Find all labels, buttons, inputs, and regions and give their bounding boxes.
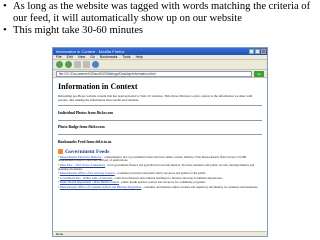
feed-link[interactable]: Massachusetts Office of Consumer Affairs…	[60, 185, 141, 189]
divider	[58, 119, 262, 120]
feed-description: - public health updates, notices and res…	[118, 180, 206, 185]
forward-arrow-icon[interactable]	[65, 61, 72, 68]
feed-description: - consumer and business rights, licenses…	[141, 185, 259, 190]
menu-file[interactable]: File	[56, 55, 62, 59]
slide-bullets: • As long as the website was tagged with…	[3, 1, 317, 37]
rss-feed-icon	[58, 149, 63, 154]
window-controls	[248, 48, 267, 55]
stop-icon[interactable]	[83, 61, 90, 68]
page-content: Information in Context Refreshing pre-Bo…	[53, 78, 267, 194]
bullet-text: As long as the website was tagged with w…	[13, 1, 311, 24]
bullet-text: This might take 30-60 minutes	[13, 25, 144, 36]
section-flickr-photos: Individual Photos from flickr.com	[58, 110, 113, 115]
menu-tools[interactable]: Tools	[122, 55, 130, 59]
back-arrow-icon[interactable]	[56, 61, 63, 68]
bullet-item: • As long as the website was tagged with…	[3, 1, 317, 25]
menu-edit[interactable]: Edit	[67, 55, 73, 59]
section-delicious-feed: Bookmarks Feed from del.icio.us	[58, 139, 112, 144]
bullet-item: • This might take 30-60 minutes	[3, 25, 317, 37]
menu-help[interactable]: Help	[136, 55, 143, 59]
divider	[58, 105, 262, 106]
navigation-toolbar	[53, 60, 267, 70]
menu-view[interactable]: View	[78, 55, 86, 59]
feed-description: - collected references and technical bri…	[112, 175, 223, 180]
go-button[interactable]: Go	[254, 70, 264, 77]
close-button[interactable]	[261, 49, 266, 54]
maximize-button[interactable]	[255, 49, 260, 54]
list-item: • Massachusetts Office of Consumer Affai…	[58, 185, 259, 190]
menu-bookmarks[interactable]: Bookmarks	[100, 55, 118, 59]
feed-description: - consumer protection and public safety …	[114, 171, 207, 176]
browser-window-screenshot: Information in Context - Mozilla Firefox…	[52, 47, 268, 237]
page-description: Refreshing pre-Boyer website content tha…	[58, 94, 253, 102]
feed-link[interactable]: Massachusetts Office of the Attorney Gen…	[60, 171, 115, 175]
address-bar: file:///C:/Documents%20and%20Settings/De…	[53, 70, 267, 78]
window-titlebar: Information in Context - Mozilla Firefox	[53, 48, 267, 55]
bullet-dot: •	[3, 25, 7, 36]
status-bar: Done	[53, 231, 267, 236]
feed-link[interactable]: Government Info - Online Aids of Librari…	[60, 176, 113, 180]
section-flickr-badge: Photo Badge from flickr.com	[58, 125, 105, 129]
home-icon[interactable]	[92, 61, 99, 68]
feed-link[interactable]: Public Health Department - Mass Health C…	[60, 180, 119, 185]
window-title: Information in Context - Mozilla Firefox	[56, 49, 125, 54]
page-title: Information in Context	[58, 82, 138, 91]
bullet-dot: •	[3, 1, 7, 12]
feed-list: • Massachusetts Electronic Delivery - co…	[58, 155, 262, 190]
reload-icon[interactable]	[74, 61, 81, 68]
url-input[interactable]: file:///C:/Documents%20and%20Settings/De…	[56, 70, 252, 77]
minimize-button[interactable]	[249, 49, 254, 54]
divider	[58, 134, 262, 135]
menu-go[interactable]: Go	[90, 55, 95, 59]
